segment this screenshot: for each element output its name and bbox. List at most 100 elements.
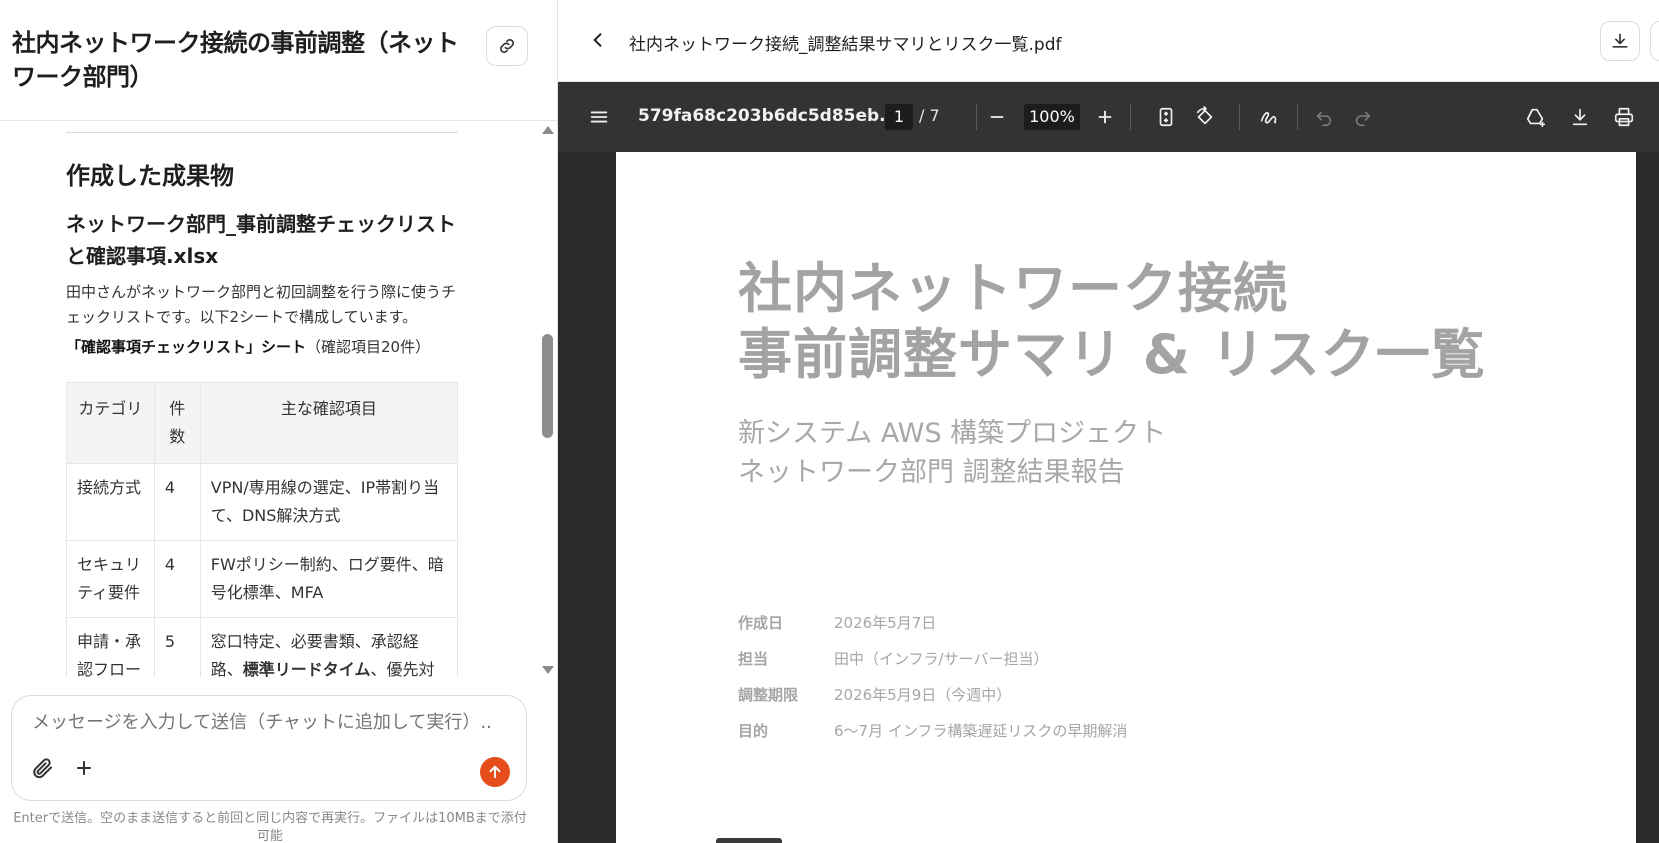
rotate-icon: [1196, 106, 1213, 125]
add-drive-icon: [1526, 108, 1546, 127]
chat-title: 社内ネットワーク接続の事前調整（ネットワーク部門）: [12, 29, 459, 91]
fit-page-icon: [1159, 107, 1173, 127]
arrow-up-icon: [489, 765, 501, 779]
table-header-count: 件数: [153, 382, 201, 464]
zoom-out-button[interactable]: [986, 106, 1008, 128]
rotate-button[interactable]: [1194, 106, 1216, 128]
print-button[interactable]: [1613, 106, 1635, 128]
sheet-line: 「確認事項チェックリスト」シート（確認項目20件）: [66, 336, 430, 357]
pdf-subtitle-line: 新システム AWS 構築プロジェクト: [738, 418, 1167, 449]
toolbar-download-button[interactable]: [1569, 106, 1591, 128]
download-icon: [1572, 108, 1588, 126]
redo-icon: [1355, 111, 1371, 127]
redo-button[interactable]: [1352, 106, 1374, 128]
sheet-note: （確認項目20件）: [306, 338, 431, 356]
page-scroll-indicator: [716, 838, 782, 843]
undo-button[interactable]: [1313, 106, 1335, 128]
cell-items: 窓口特定、必要書類、承認経路、標準リードタイム、優先対応: [199, 617, 459, 677]
undo-icon: [1316, 111, 1332, 127]
cell-count: 4: [153, 463, 201, 541]
plus-icon: [77, 761, 91, 775]
scroll-up-arrow[interactable]: [542, 126, 554, 134]
meta-key: 作成日: [738, 614, 784, 632]
table-header-items: 主な確認項目: [199, 382, 459, 464]
page-total: / 7: [919, 106, 940, 125]
back-button[interactable]: [588, 30, 608, 50]
cell-category: 接続方式: [66, 463, 155, 541]
meta-value: 2026年5月9日（今週中）: [834, 686, 1012, 704]
cell-items-bold: 標準リードタイム: [242, 660, 371, 677]
toolbar-separator: [1239, 104, 1240, 130]
header-download-button[interactable]: [1600, 21, 1640, 61]
page-number-input[interactable]: 1: [885, 104, 913, 130]
table-row: セキュリティ要件 4 FWポリシー制約、ログ要件、暗号化標準、MFA: [66, 540, 459, 618]
checklist-table: カテゴリ 件数 主な確認項目 接続方式 4 VPN/専用線の選定、IP帯割り当て…: [66, 382, 459, 677]
print-icon: [1614, 107, 1634, 127]
viewer-file-title: 社内ネットワーク接続_調整結果サマリとリスク一覧.pdf: [629, 35, 1062, 55]
menu-button[interactable]: [588, 106, 610, 128]
copy-link-button[interactable]: [486, 26, 528, 66]
scrollbar-thumb[interactable]: [542, 334, 553, 438]
file-description: 田中さんがネットワーク部門と初回調整を行う際に使うチェックリストです。以下2シー…: [66, 283, 457, 326]
meta-key: 担当: [738, 650, 769, 668]
cell-count: 4: [153, 540, 201, 618]
divider: [66, 132, 458, 133]
cell-items-text: VPN/専用線の選定、IP帯割り当て、DNS解決方式: [210, 478, 440, 525]
toolbar-separator: [976, 104, 977, 130]
fit-page-button[interactable]: [1155, 106, 1177, 128]
chat-message-area[interactable]: 作成した成果物 ネットワーク部門_事前調整チェックリストと確認事項.xlsx 田…: [0, 122, 557, 677]
message-composer: [11, 695, 527, 801]
link-icon: [500, 39, 514, 53]
attach-button[interactable]: [31, 756, 57, 782]
add-button[interactable]: [72, 756, 98, 782]
table-header-row: カテゴリ 件数 主な確認項目: [66, 382, 459, 464]
chat-pane: 社内ネットワーク接続の事前調整（ネットワーク部門） 作成した成果物 ネットワーク…: [0, 0, 558, 843]
composer-hint: Enterで送信。空のまま送信すると前回と同じ内容で再実行。ファイルは10MBま…: [13, 811, 527, 843]
toolbar-separator: [1297, 104, 1298, 130]
app-root: 社内ネットワーク接続の事前調整（ネットワーク部門） 作成した成果物 ネットワーク…: [0, 0, 1659, 843]
pdf-subtitle-line: ネットワーク部門 調整結果報告: [738, 457, 1125, 488]
meta-value: 田中（インフラ/サーバー担当）: [834, 650, 1049, 668]
toolbar-separator: [1130, 104, 1131, 130]
pdf-doc-id: 579fa68c203b6dc5d85eb...: [638, 106, 899, 126]
cell-items: VPN/専用線の選定、IP帯割り当て、DNS解決方式: [199, 463, 459, 541]
zoom-in-button[interactable]: [1094, 106, 1116, 128]
pdf-toolbar: 579fa68c203b6dc5d85eb... 1 / 7 100%: [558, 82, 1659, 152]
send-button[interactable]: [480, 757, 510, 787]
draw-button[interactable]: [1258, 106, 1280, 128]
cell-category: セキュリティ要件: [66, 540, 155, 618]
message-input[interactable]: [32, 712, 492, 733]
cell-count: 5: [153, 617, 201, 677]
pdf-page: 社内ネットワーク接続 事前調整サマリ & リスク一覧 新システム AWS 構築プ…: [616, 152, 1636, 843]
pdf-title-line: 社内ネットワーク接続: [738, 257, 1288, 320]
chat-header: 社内ネットワーク接続の事前調整（ネットワーク部門）: [0, 0, 557, 121]
add-to-drive-button[interactable]: [1525, 106, 1547, 128]
minus-icon: [990, 116, 1004, 118]
table-row: 接続方式 4 VPN/専用線の選定、IP帯割り当て、DNS解決方式: [66, 463, 459, 541]
header-more-button[interactable]: [1650, 21, 1659, 61]
meta-value: 2026年5月7日: [834, 614, 937, 632]
cell-items: FWポリシー制約、ログ要件、暗号化標準、MFA: [199, 540, 459, 618]
pdf-viewer-pane: 社内ネットワーク接続_調整結果サマリとリスク一覧.pdf 579fa68c203…: [558, 0, 1659, 843]
table-header-category: カテゴリ: [66, 382, 155, 464]
chat-scrollbar[interactable]: [540, 122, 556, 677]
scroll-down-arrow[interactable]: [542, 666, 554, 674]
pdf-title: 社内ネットワーク接続 事前調整サマリ & リスク一覧: [738, 256, 1486, 388]
file-heading: ネットワーク部門_事前調整チェックリストと確認事項.xlsx: [66, 212, 456, 268]
chevron-left-icon: [593, 33, 602, 47]
meta-key: 目的: [738, 722, 769, 740]
cell-category: 申請・承認フロー: [66, 617, 155, 677]
zoom-level[interactable]: 100%: [1024, 104, 1080, 130]
hamburger-icon: [590, 111, 608, 123]
plus-icon: [1098, 110, 1112, 124]
paperclip-icon: [33, 758, 52, 779]
section-heading: 作成した成果物: [66, 162, 234, 190]
download-icon: [1612, 33, 1628, 48]
cell-items-text: FWポリシー制約、ログ要件、暗号化標準、MFA: [210, 555, 444, 602]
pdf-title-line: 事前調整サマリ & リスク一覧: [738, 323, 1486, 386]
viewer-header: 社内ネットワーク接続_調整結果サマリとリスク一覧.pdf: [558, 0, 1659, 82]
table-row: 申請・承認フロー 5 窓口特定、必要書類、承認経路、標準リードタイム、優先対応: [66, 617, 459, 677]
sheet-name: 「確認事項チェックリスト」シート: [66, 338, 307, 356]
draw-icon: [1260, 112, 1277, 124]
meta-value: 6〜7月 インフラ構築遅延リスクの早期解消: [834, 722, 1128, 740]
